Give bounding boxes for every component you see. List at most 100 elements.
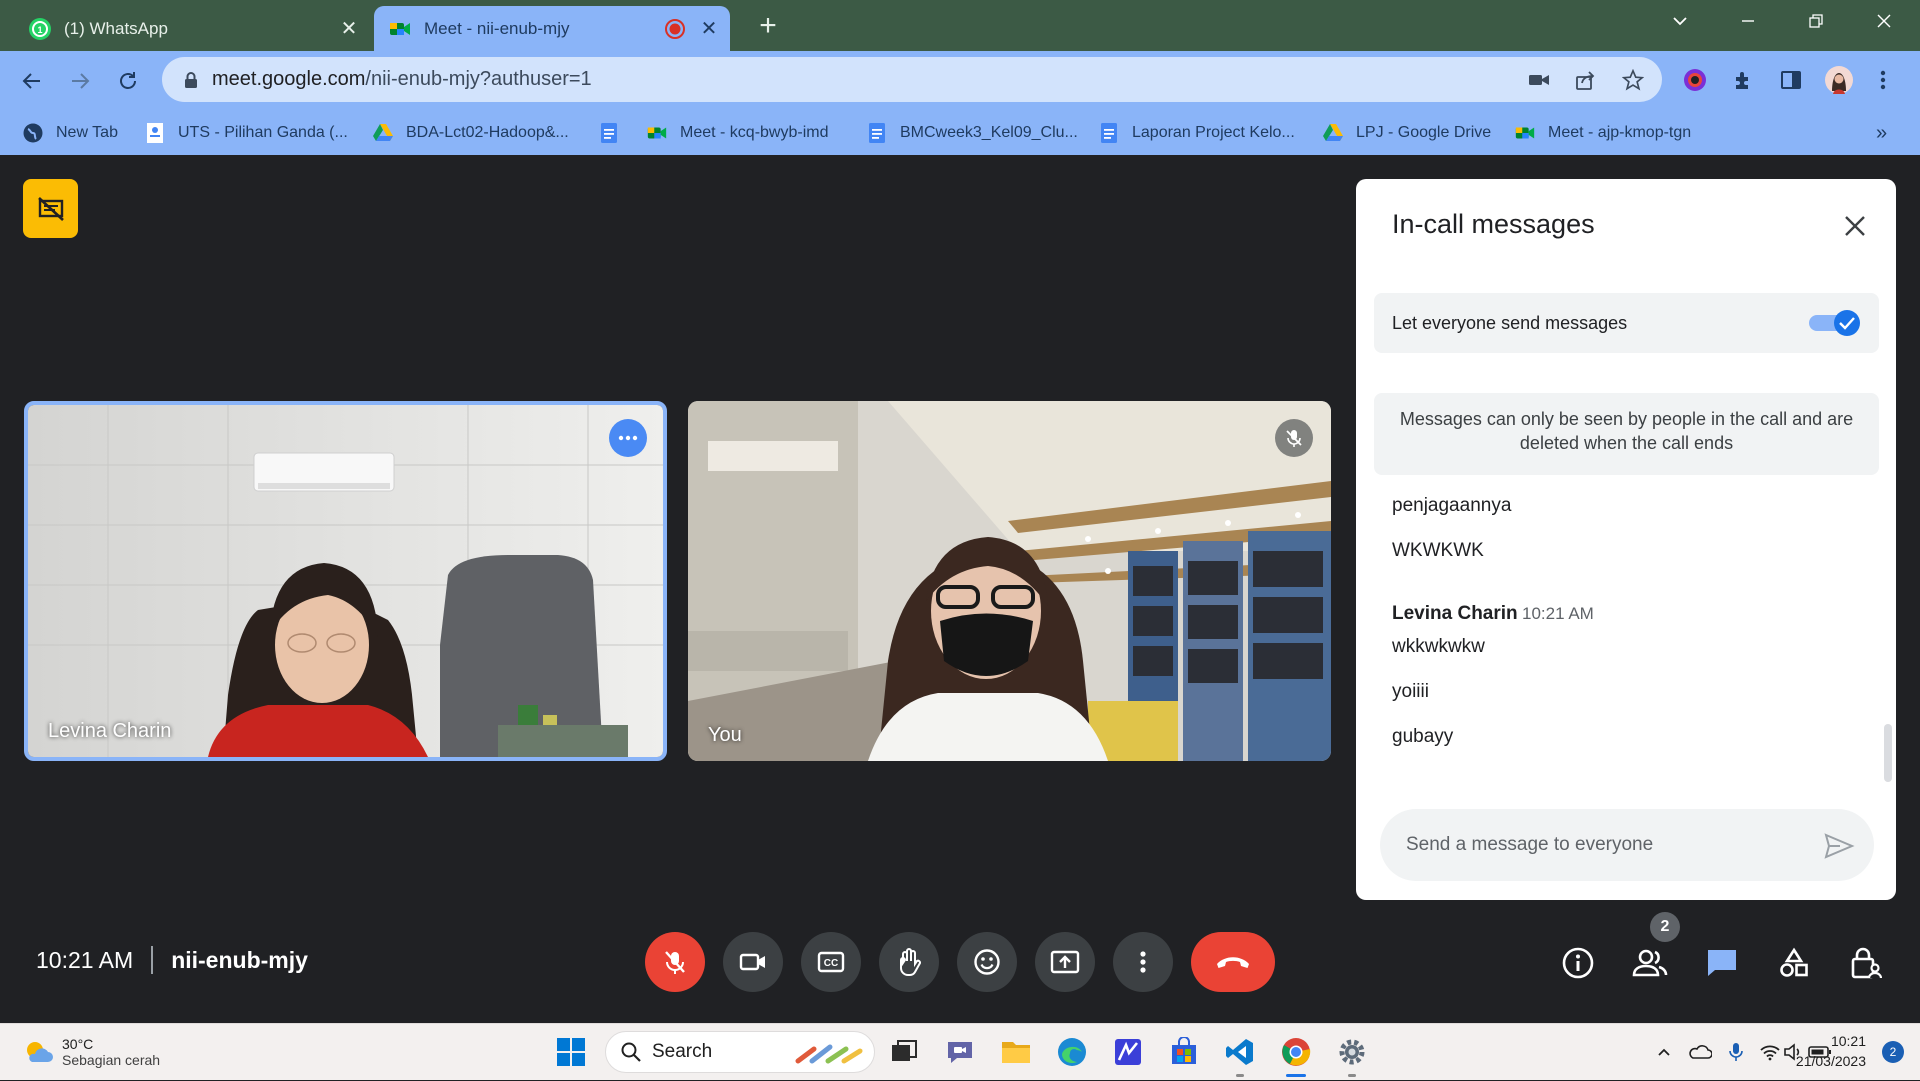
divider — [151, 946, 154, 974]
recording-icon — [665, 18, 685, 39]
back-button[interactable] — [14, 63, 50, 99]
taskbar-clock[interactable]: 10:21 21/03/2023 — [1796, 1031, 1866, 1071]
weather-desc: Sebagian cerah — [62, 1052, 161, 1068]
settings-button[interactable] — [1334, 1034, 1370, 1070]
message-input-box[interactable] — [1380, 809, 1874, 881]
onedrive-button[interactable] — [1688, 1040, 1712, 1064]
camera-toggle-button[interactable] — [723, 932, 783, 992]
show-hidden-icons-button[interactable] — [1652, 1040, 1676, 1064]
task-view-icon — [892, 1040, 917, 1061]
tab-search-button[interactable] — [1646, 0, 1714, 42]
meeting-time: 10:21 AM — [36, 946, 134, 973]
docs-icon — [601, 123, 617, 143]
side-panel-icon[interactable] — [1774, 63, 1808, 97]
captions-button[interactable]: CC — [801, 932, 861, 992]
bookmark-lpj[interactable]: LPJ - Google Drive — [1322, 111, 1491, 155]
bookmark-bmc[interactable]: BMCweek3_Kel09_Clu... — [866, 111, 1078, 155]
let-everyone-send-row: Let everyone send messages — [1374, 293, 1879, 353]
bookmark-doc[interactable] — [598, 111, 632, 155]
bookmark-new-tab[interactable]: New Tab — [22, 111, 118, 155]
people-icon — [1632, 949, 1668, 977]
tab-close-icon[interactable]: ✕ — [336, 16, 362, 41]
drive-icon — [373, 124, 393, 141]
microphone-toggle-button[interactable] — [645, 932, 705, 992]
url-text[interactable]: meet.google.com/nii-enub-mjy?authuser=1 — [212, 57, 592, 102]
present-screen-button[interactable] — [1035, 932, 1095, 992]
more-bookmarks-button[interactable]: » — [1876, 111, 1887, 155]
minimize-button[interactable] — [1714, 0, 1782, 42]
chat-button[interactable] — [1700, 941, 1744, 985]
new-tab-button[interactable]: + — [748, 6, 788, 46]
chat-icon — [1708, 950, 1736, 976]
profile-avatar[interactable] — [1822, 63, 1856, 97]
microphone-tray-button[interactable] — [1724, 1040, 1748, 1064]
svg-text:CC: CC — [824, 958, 838, 969]
people-button[interactable] — [1628, 941, 1672, 985]
notification-count-badge[interactable]: 2 — [1882, 1041, 1904, 1063]
bookmark-laporan[interactable]: Laporan Project Kelo... — [1098, 111, 1295, 155]
weather-temp: 30°C — [62, 1036, 94, 1052]
chat-scrollbar[interactable] — [1884, 724, 1892, 782]
edge-button[interactable] — [1054, 1034, 1090, 1070]
meeting-details-button[interactable] — [1556, 941, 1600, 985]
bookmark-meet-ajp[interactable]: Meet - ajp-kmop-tgn — [1514, 111, 1691, 155]
more-vertical-icon — [1140, 951, 1146, 973]
wifi-button[interactable] — [1758, 1040, 1782, 1064]
tab-meet[interactable]: Meet - nii-enub-mjy ✕ — [374, 6, 730, 51]
meet-stage: Levina Charin You In-call messages Let e… — [0, 155, 1920, 1023]
bookmark-bda[interactable]: BDA-Lct02-Hadoop&... — [372, 111, 569, 155]
activities-button[interactable] — [1772, 941, 1816, 985]
mic-off-icon — [1286, 430, 1302, 447]
participant-tile-levina[interactable]: Levina Charin — [24, 401, 667, 761]
leave-call-button[interactable] — [1191, 932, 1275, 992]
reactions-button[interactable] — [957, 932, 1017, 992]
let-everyone-send-toggle[interactable] — [1809, 309, 1861, 337]
presentation-off-badge[interactable] — [23, 179, 78, 238]
weather-widget[interactable]: 30°C Sebagian cerah — [22, 1030, 160, 1074]
extension-color-icon[interactable] — [1678, 63, 1712, 97]
more-options-button[interactable] — [1113, 932, 1173, 992]
tab-title: Meet - nii-enub-mjy — [424, 18, 570, 38]
share-icon[interactable] — [1572, 67, 1598, 93]
address-bar[interactable]: meet.google.com/nii-enub-mjy?authuser=1 — [162, 57, 1662, 102]
reload-button[interactable] — [110, 63, 146, 99]
vscode-button[interactable] — [1222, 1034, 1258, 1070]
browser-menu-icon[interactable] — [1866, 63, 1900, 97]
bookmark-uts[interactable]: UTS - Pilihan Ganda (... — [144, 111, 348, 155]
videocam-icon — [739, 953, 765, 971]
send-icon[interactable] — [1822, 829, 1856, 863]
meeting-info: 10:21 AM nii-enub-mjy — [36, 940, 308, 980]
close-window-button[interactable] — [1850, 0, 1918, 42]
tab-close-icon[interactable]: ✕ — [696, 16, 722, 41]
search-highlight-icon — [795, 1044, 863, 1064]
host-controls-button[interactable] — [1844, 941, 1888, 985]
restore-button[interactable] — [1782, 0, 1850, 42]
teams-chat-button[interactable] — [942, 1034, 978, 1070]
extensions-icon[interactable] — [1726, 63, 1760, 97]
participant-name: Levina Charin — [48, 720, 172, 742]
bookmarks-bar: New Tab UTS - Pilihan Ganda (... BDA-Lct… — [0, 111, 1920, 155]
raise-hand-button[interactable] — [879, 932, 939, 992]
lock-icon[interactable] — [178, 67, 204, 93]
editor-app-button[interactable] — [1110, 1034, 1146, 1070]
running-indicator — [1348, 1074, 1356, 1077]
store-button[interactable] — [1166, 1034, 1202, 1070]
chat-message: gubayy — [1392, 726, 1454, 747]
close-panel-button[interactable] — [1838, 209, 1872, 243]
tile-options-button[interactable] — [609, 419, 647, 457]
bookmark-star-icon[interactable] — [1620, 67, 1646, 93]
tab-whatsapp[interactable]: 1 (1) WhatsApp ✕ — [14, 6, 370, 51]
system-tray: 10:21 21/03/2023 2 — [1500, 1024, 1920, 1081]
start-button[interactable] — [553, 1034, 589, 1070]
camera-in-use-icon[interactable] — [1526, 67, 1552, 93]
forward-button[interactable] — [62, 63, 98, 99]
clock-time: 10:21 — [1830, 1033, 1866, 1049]
participant-tile-you[interactable]: You — [688, 401, 1331, 761]
bookmark-meet-kcq[interactable]: Meet - kcq-bwyb-imd — [646, 111, 828, 155]
task-view-button[interactable] — [886, 1034, 922, 1070]
chrome-button[interactable] — [1278, 1034, 1314, 1070]
message-input[interactable] — [1404, 809, 1804, 881]
file-explorer-button[interactable] — [998, 1034, 1034, 1070]
taskbar-search-box[interactable]: Search — [605, 1031, 875, 1073]
search-icon — [621, 1042, 641, 1062]
